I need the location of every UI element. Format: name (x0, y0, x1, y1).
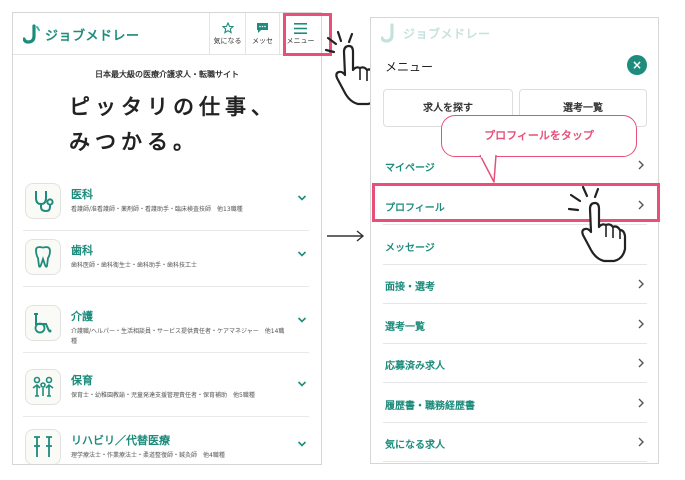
stethoscope-icon (25, 183, 61, 219)
logo-mark-icon (381, 23, 394, 43)
tooth-icon (25, 239, 61, 275)
category-title: 歯科 (71, 244, 93, 257)
site-header: ジョブメドレー 気になる メッセ メニュー (13, 13, 321, 55)
chevron-right-icon (638, 279, 644, 289)
children-icon (25, 369, 61, 405)
logo-text: ジョブメドレー (403, 26, 491, 41)
category-subtitle: 保育士・幼稚園教諭・児童発達支援管理責任者・保育補助 他5職種 (71, 392, 255, 399)
dimmed-logo: ジョブメドレー (381, 22, 491, 44)
menu-item-selection-list[interactable]: 選考一覧 (383, 304, 647, 344)
star-icon (221, 22, 234, 34)
chevron-right-icon (638, 358, 644, 368)
callout-tail (479, 155, 497, 183)
menu-item-label: 面接・選考 (385, 282, 435, 293)
category-title: 保育 (71, 374, 93, 387)
favorites-label: 気になる (213, 37, 242, 45)
favorites-button[interactable]: 気になる (209, 13, 245, 55)
messages-label: メッセ (252, 37, 273, 45)
chevron-down-icon (297, 441, 307, 447)
menu-item-label: メッセージ (385, 243, 435, 254)
close-menu-button[interactable]: × (627, 55, 647, 75)
phone-screen-left: ジョブメドレー 気になる メッセ メニュー 日本最大級の医療介護求人・転職サイト… (12, 12, 322, 465)
chat-bubble-icon (257, 23, 268, 33)
transition-arrow-icon (327, 230, 365, 242)
category-item-dental[interactable]: 歯科 歯科医師・歯科衛生士・歯科助手・歯科技工士 (23, 237, 309, 287)
chevron-right-icon (638, 319, 644, 329)
menu-item-label: 選考一覧 (385, 322, 425, 333)
wheelchair-icon (25, 305, 61, 341)
tap-hand-icon (567, 185, 627, 263)
category-item-care[interactable]: 介護 介護職/ヘルパー・生活相談員・サービス提供責任者・ケアマネジャー 他14職… (23, 303, 309, 353)
chevron-right-icon (638, 437, 644, 447)
chevron-down-icon (297, 251, 307, 257)
crutches-icon (25, 429, 61, 464)
category-title: リハビリ／代替医療 (71, 434, 170, 447)
menu-item-applied-jobs[interactable]: 応募済み求人 (383, 343, 647, 383)
category-subtitle: 歯科医師・歯科衛生士・歯科助手・歯科技工士 (71, 262, 198, 269)
menu-title: メニュー (385, 60, 434, 74)
category-subtitle: 介護職/ヘルパー・生活相談員・サービス提供責任者・ケアマネジャー 他14職種 (71, 328, 285, 345)
category-item-childcare[interactable]: 保育 保育士・幼稚園教諭・児童発達支援管理責任者・保育補助 他5職種 (23, 367, 309, 417)
menu-item-label: 応募済み求人 (385, 361, 445, 372)
dimmed-header: ジョブメドレー (371, 18, 658, 44)
category-title: 介護 (71, 310, 93, 323)
logo-text: ジョブメドレー (45, 28, 140, 44)
category-subtitle: 理学療法士・作業療法士・柔道整復師・鍼灸師 他4職種 (71, 452, 225, 459)
category-title: 医科 (71, 188, 93, 201)
chevron-down-icon (297, 317, 307, 323)
chevron-down-icon (297, 195, 307, 201)
menu-item-favorite-jobs[interactable]: 気になる求人 (383, 422, 647, 462)
category-subtitle: 看護師/准看護師・薬剤師・看護助手・臨床検査技師 他13職種 (71, 206, 243, 213)
site-logo[interactable]: ジョブメドレー (23, 23, 140, 45)
chevron-down-icon (297, 381, 307, 387)
hero-headline-line2: みつかる。 (69, 130, 199, 154)
chevron-right-icon (638, 398, 644, 408)
tagline: 日本最大級の医療介護求人・転職サイト (95, 70, 239, 79)
messages-button[interactable]: メッセ (245, 13, 279, 55)
category-item-medical[interactable]: 医科 看護師/准看護師・薬剤師・看護助手・臨床検査技師 他13職種 (23, 181, 309, 231)
logo-mark-icon (23, 24, 40, 44)
tap-profile-callout: プロフィールをタップ (441, 115, 637, 157)
close-icon: × (631, 58, 643, 72)
chevron-right-icon (638, 160, 644, 170)
menu-item-label: 気になる求人 (385, 440, 445, 451)
menu-item-resume[interactable]: 履歴書・職務経歴書 (383, 383, 647, 423)
hero-headline-line1: ピッタリの仕事、 (69, 95, 277, 119)
menu-item-label: 履歴書・職務経歴書 (385, 401, 475, 412)
category-item-rehab[interactable]: リハビリ／代替医療 理学療法士・作業療法士・柔道整復師・鍼灸師 他4職種 (23, 427, 309, 464)
menu-item-label: マイページ (385, 163, 435, 174)
menu-item-interviews[interactable]: 面接・選考 (383, 264, 647, 304)
